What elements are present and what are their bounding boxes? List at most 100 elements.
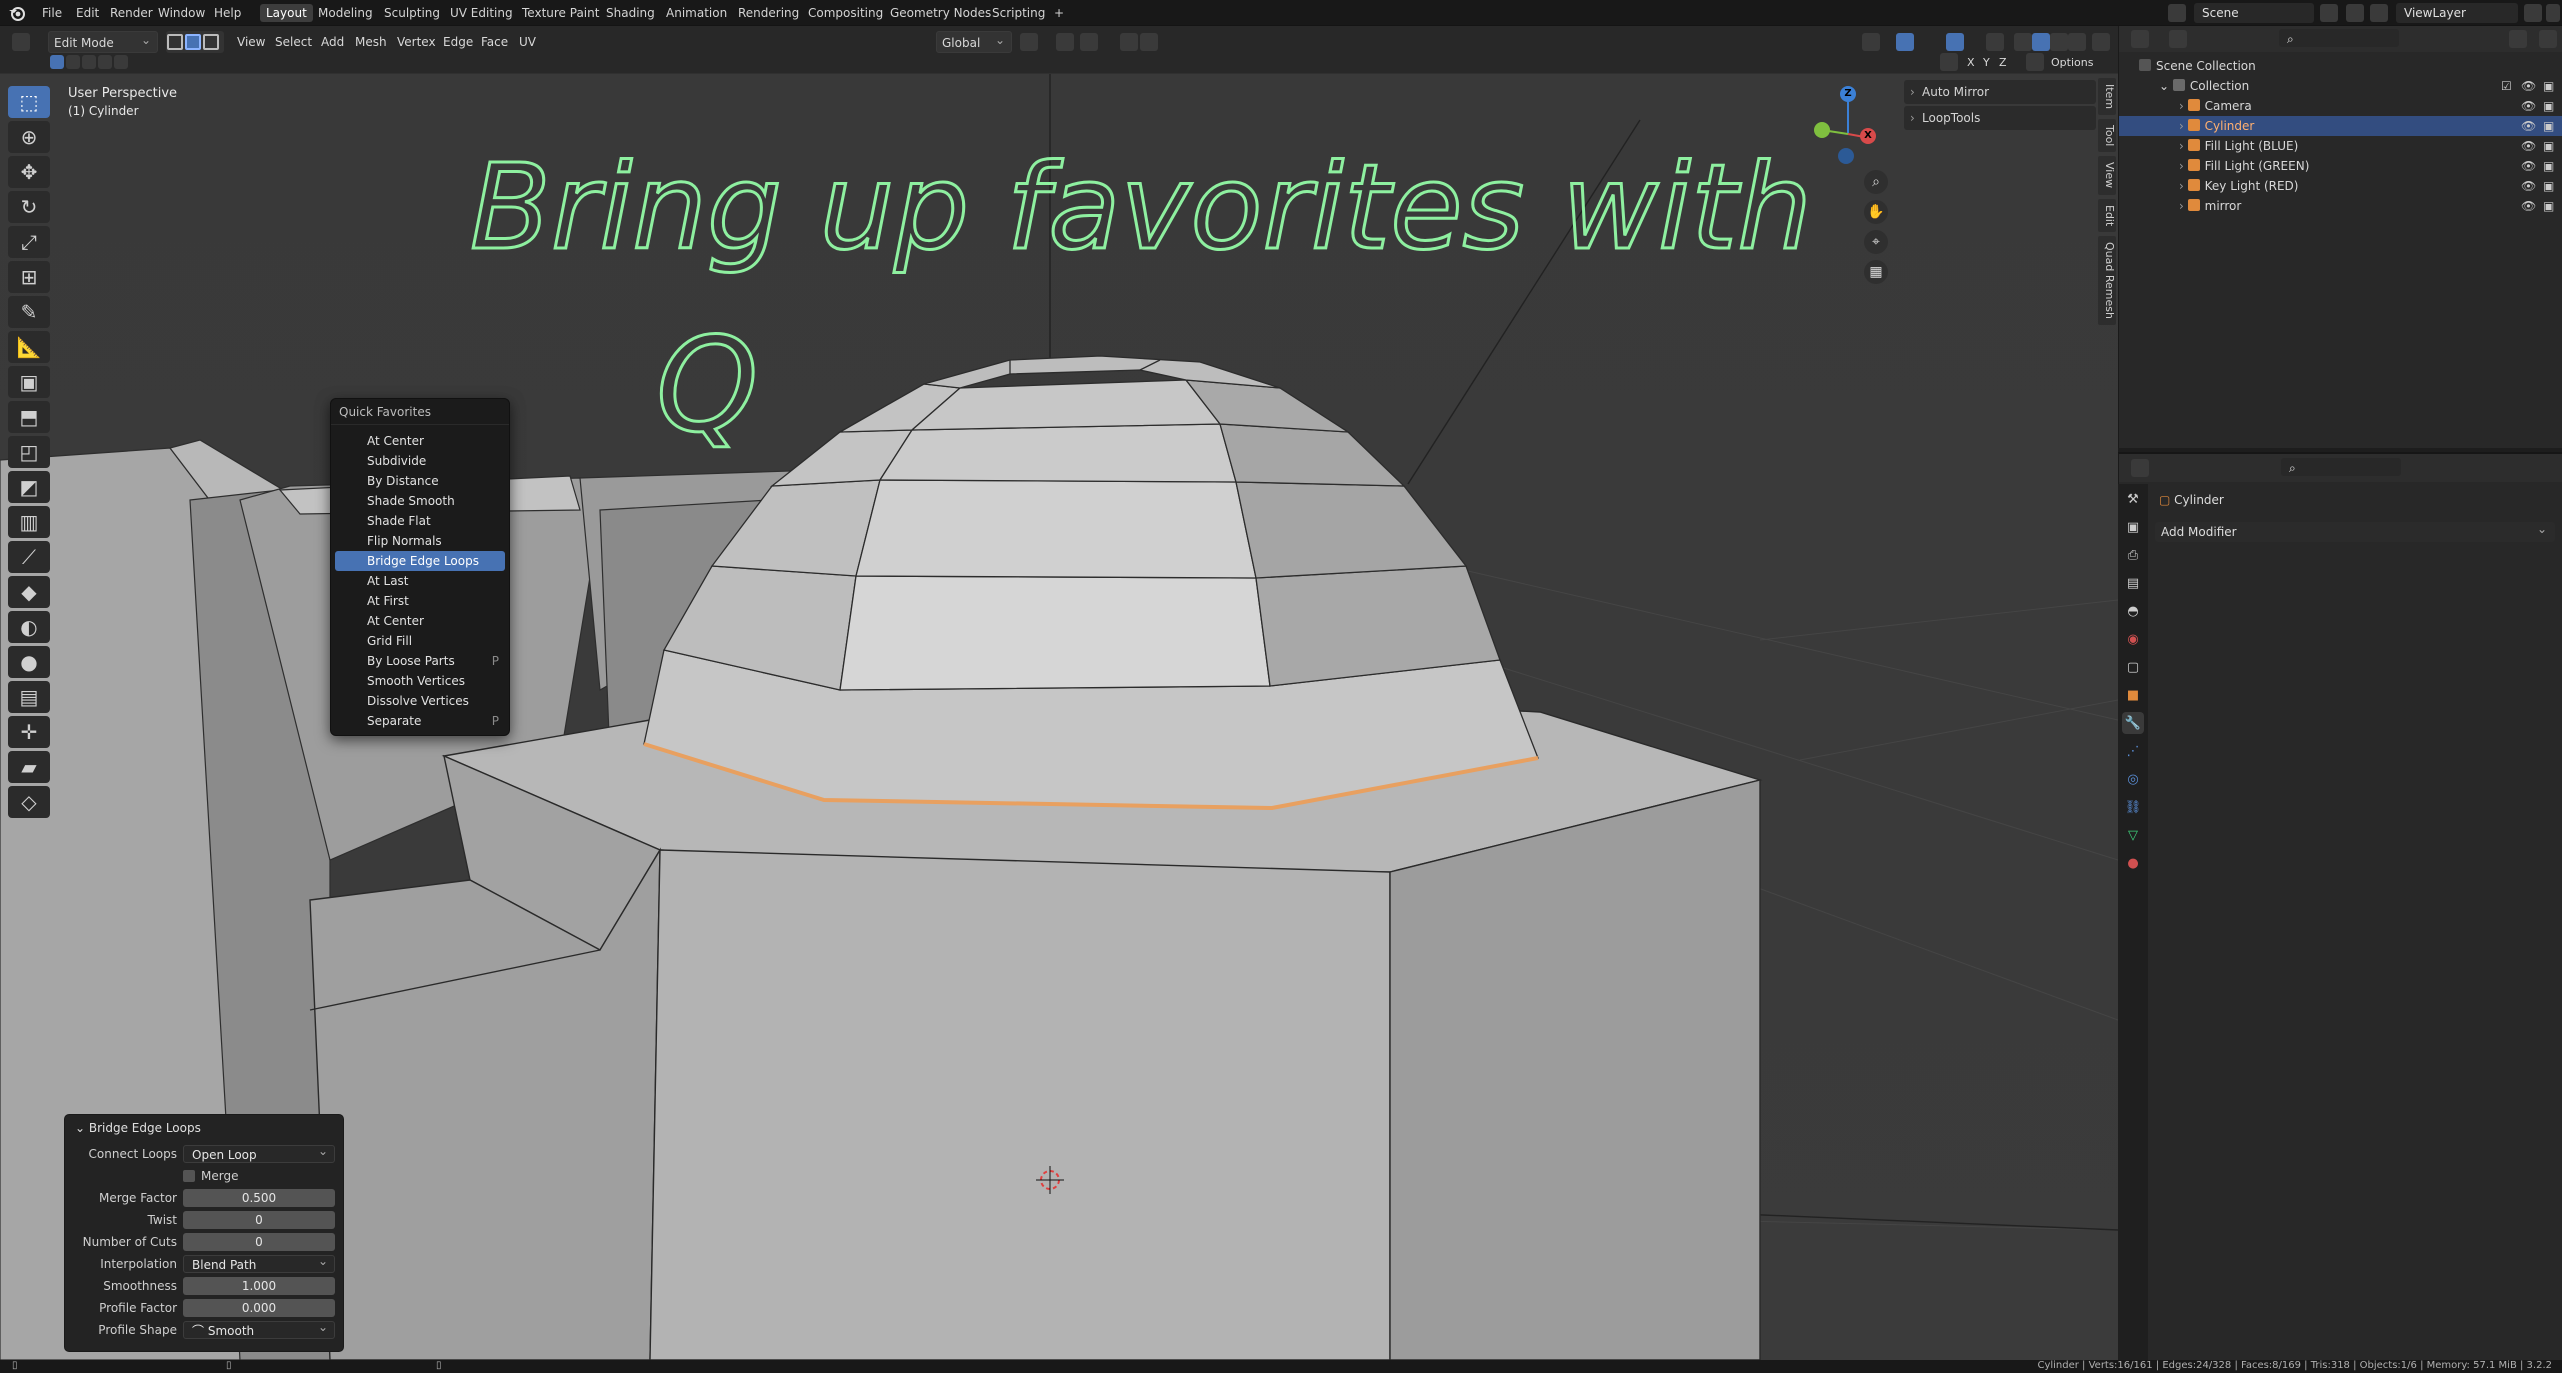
solid-shading-icon[interactable] [2032, 33, 2050, 51]
checkbox-icon[interactable]: ☑ [2501, 76, 2512, 96]
data-tab-icon[interactable]: ▽ [2122, 824, 2144, 846]
ortho-grid-icon[interactable]: ▦ [1864, 260, 1888, 284]
menu-help[interactable]: Help [208, 4, 247, 22]
profile-factor-field[interactable]: 0.000 [183, 1299, 335, 1317]
outliner-item[interactable]: › Camera 👁 ▣ [2119, 96, 2562, 116]
zoom-icon[interactable]: ⌕ [1864, 170, 1888, 194]
operator-panel-title[interactable]: ⌄ Bridge Edge Loops [65, 1115, 343, 1141]
material-tab-icon[interactable]: ● [2122, 852, 2144, 874]
tab-modeling[interactable]: Modeling [312, 4, 379, 22]
menu-window[interactable]: Window [152, 4, 211, 22]
smooth-tool-icon[interactable]: ● [8, 646, 50, 678]
constraints-tab-icon[interactable]: ⛓ [2122, 796, 2144, 818]
tab-layout[interactable]: Layout [260, 4, 313, 22]
material-shading-icon[interactable] [2050, 33, 2068, 51]
rendered-shading-icon[interactable] [2068, 33, 2086, 51]
visibility-icon[interactable] [1862, 33, 1880, 51]
eye-icon[interactable]: 👁 [2521, 116, 2536, 136]
menu-add[interactable]: Add [316, 31, 349, 53]
quick-favorites-item[interactable]: Grid Fill [335, 631, 505, 651]
tab-scripting[interactable]: Scripting [986, 4, 1051, 22]
shrink-fatten-tool-icon[interactable]: ✛ [8, 716, 50, 748]
gizmo-toggle-icon[interactable] [1896, 33, 1914, 51]
falloff-icon[interactable] [1140, 33, 1158, 51]
camera-view-icon[interactable]: ⌖ [1864, 230, 1888, 254]
mirror-z[interactable]: Z [1994, 52, 2012, 74]
connect-loops-dropdown[interactable]: Open Loop [183, 1142, 335, 1163]
auto-merge-icon[interactable] [2026, 53, 2044, 71]
loop-cut-tool-icon[interactable]: ▥ [8, 506, 50, 538]
profile-shape-dropdown[interactable]: ⌒ Smooth [183, 1318, 335, 1339]
knife-tool-icon[interactable]: ⟋ [8, 541, 50, 573]
shear-tool-icon[interactable]: ▰ [8, 751, 50, 783]
measure-tool-icon[interactable]: 📐 [8, 331, 50, 363]
chevron-right-icon[interactable]: › [2179, 199, 2188, 213]
select-subtract-icon[interactable] [82, 55, 96, 69]
new-collection-icon[interactable] [2539, 30, 2557, 48]
particles-tab-icon[interactable]: ⋰ [2122, 740, 2144, 762]
outliner-item[interactable]: › Fill Light (BLUE) 👁 ▣ [2119, 136, 2562, 156]
proportional-edit-icon[interactable] [1120, 33, 1138, 51]
vertex-select-icon[interactable] [167, 34, 183, 50]
scene-field[interactable]: Scene [2194, 3, 2314, 23]
auto-mirror-section[interactable]: Auto Mirror [1904, 80, 2096, 104]
chevron-right-icon[interactable]: › [2179, 179, 2188, 193]
xray-icon[interactable] [1986, 33, 2004, 51]
scale-tool-icon[interactable]: ⤢ [8, 226, 50, 258]
rotate-tool-icon[interactable]: ↻ [8, 191, 50, 223]
editor-type-icon[interactable] [12, 33, 30, 51]
snap-target-icon[interactable] [1080, 33, 1098, 51]
properties-search-input[interactable]: ⌕ [2281, 458, 2401, 476]
chevron-right-icon[interactable]: › [2179, 159, 2188, 173]
shading-options-icon[interactable] [2092, 33, 2110, 51]
menu-view[interactable]: View [232, 31, 270, 53]
edge-slide-tool-icon[interactable]: ▤ [8, 681, 50, 713]
tab-uv-editing[interactable]: UV Editing [444, 4, 519, 22]
select-extend-icon[interactable] [66, 55, 80, 69]
menu-select[interactable]: Select [270, 31, 317, 53]
merge-factor-field[interactable]: 0.500 [183, 1189, 335, 1207]
tab-texture-paint[interactable]: Texture Paint [516, 4, 605, 22]
tab-view[interactable]: View [2098, 156, 2116, 195]
quick-favorites-item[interactable]: Shade Smooth [335, 491, 505, 511]
menu-vertex[interactable]: Vertex [392, 31, 441, 53]
camera-render-icon[interactable]: ▣ [2543, 116, 2554, 136]
outliner-collection[interactable]: ⌄ Collection ☑ 👁 ▣ [2119, 76, 2562, 96]
menu-file[interactable]: File [36, 4, 68, 22]
looptools-section[interactable]: LoopTools [1904, 106, 2096, 130]
cuts-field[interactable]: 0 [183, 1233, 335, 1251]
quick-favorites-item[interactable]: By Loose Parts P [335, 651, 505, 671]
quick-favorites-item[interactable]: Dissolve Vertices [335, 691, 505, 711]
tab-rendering[interactable]: Rendering [732, 4, 805, 22]
eye-icon[interactable]: 👁 [2521, 96, 2536, 116]
rip-tool-icon[interactable]: ◇ [8, 786, 50, 818]
menu-face[interactable]: Face [476, 31, 513, 53]
camera-render-icon[interactable]: ▣ [2543, 96, 2554, 116]
add-workspace-button[interactable]: + [1048, 4, 1070, 22]
object-tab-icon[interactable]: ■ [2122, 684, 2144, 706]
menu-mesh[interactable]: Mesh [350, 31, 392, 53]
cursor-tool-icon[interactable]: ⊕ [8, 121, 50, 153]
quick-favorites-item[interactable]: At Center [335, 431, 505, 451]
face-select-icon[interactable] [203, 34, 219, 50]
camera-render-icon[interactable]: ▣ [2543, 156, 2554, 176]
mirror-toggle-icon[interactable] [1940, 53, 1958, 71]
tab-sculpting[interactable]: Sculpting [378, 4, 446, 22]
outliner-item[interactable]: › Cylinder 👁 ▣ [2119, 116, 2562, 136]
menu-uv[interactable]: UV [514, 31, 541, 53]
bevel-tool-icon[interactable]: ◩ [8, 471, 50, 503]
world-tab-icon[interactable]: ◉ [2122, 628, 2144, 650]
new-view-layer-icon[interactable] [2524, 4, 2542, 22]
merge-checkbox[interactable] [183, 1170, 195, 1182]
gizmo-y-axis[interactable] [1814, 122, 1830, 138]
pan-hand-icon[interactable]: ✋ [1864, 200, 1888, 224]
snap-icon[interactable] [1056, 33, 1074, 51]
tab-animation[interactable]: Animation [660, 4, 733, 22]
quick-favorites-item[interactable]: At Last [335, 571, 505, 591]
mirror-y[interactable]: Y [1978, 52, 1995, 74]
select-box-tool-icon[interactable]: ⬚ [8, 86, 50, 118]
blender-logo-icon[interactable] [8, 4, 26, 22]
scene-tab-icon[interactable]: ◓ [2122, 600, 2144, 622]
quick-favorites-item[interactable]: At Center [335, 611, 505, 631]
select-invert-icon[interactable] [98, 55, 112, 69]
